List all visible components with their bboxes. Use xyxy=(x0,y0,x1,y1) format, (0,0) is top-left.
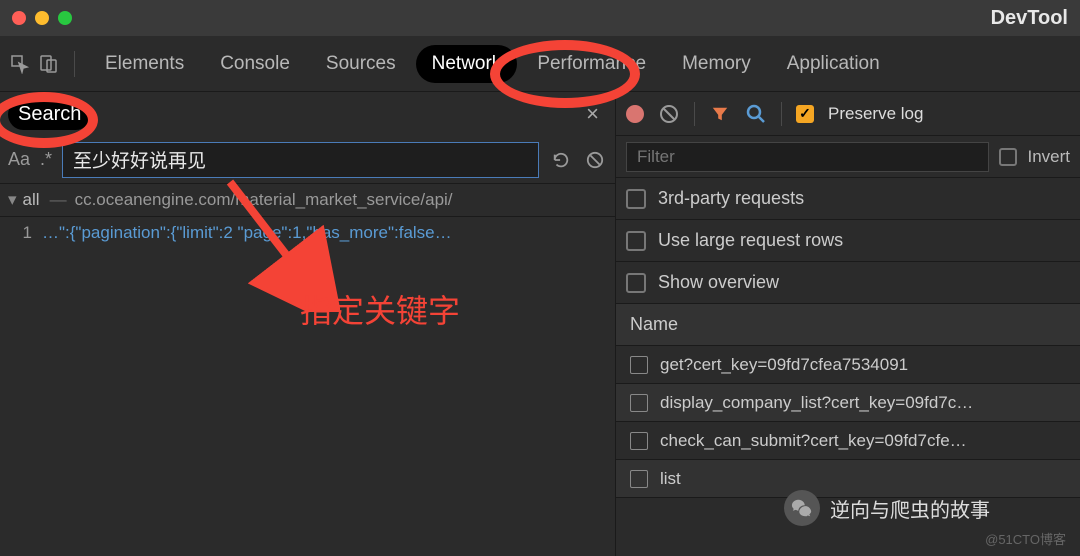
request-name: list xyxy=(660,469,681,489)
result-all-label: all xyxy=(23,190,40,210)
thirdparty-label: 3rd-party requests xyxy=(658,188,804,209)
traffic-lights xyxy=(12,11,72,25)
case-sensitive-toggle[interactable]: Aa xyxy=(8,149,30,170)
divider xyxy=(781,102,782,126)
search-panel: Search × Aa .* ▾ all — cc.oceanengine.co… xyxy=(0,92,616,556)
wechat-badge: 逆向与爬虫的故事 xyxy=(784,490,990,526)
invert-label: Invert xyxy=(1027,147,1070,167)
close-icon[interactable]: × xyxy=(578,101,607,127)
largereq-label: Use large request rows xyxy=(658,230,843,251)
minimize-window-button[interactable] xyxy=(35,11,49,25)
overview-row: Show overview xyxy=(616,262,1080,304)
overview-checkbox[interactable] xyxy=(626,273,646,293)
request-row[interactable]: check_can_submit?cert_key=09fd7cfe… xyxy=(616,422,1080,460)
result-separator: — xyxy=(50,190,67,210)
refresh-icon[interactable] xyxy=(549,148,573,172)
divider xyxy=(74,51,75,77)
titlebar: DevTool xyxy=(0,0,1080,36)
invert-checkbox[interactable] xyxy=(999,148,1017,166)
tab-memory[interactable]: Memory xyxy=(666,45,767,83)
result-line-number: 1 xyxy=(8,223,32,243)
clear-network-icon[interactable] xyxy=(658,103,680,125)
search-input-row: Aa .* xyxy=(0,136,615,184)
request-row[interactable]: display_company_list?cert_key=09fd7c… xyxy=(616,384,1080,422)
request-type-icon xyxy=(630,394,648,412)
wechat-icon xyxy=(784,490,820,526)
search-header: Search × xyxy=(0,92,615,136)
thirdparty-checkbox[interactable] xyxy=(626,189,646,209)
network-toolbar: ✓ Preserve log xyxy=(616,92,1080,136)
watermark: @51CTO博客 xyxy=(985,529,1066,548)
tab-sources[interactable]: Sources xyxy=(310,45,412,83)
regex-toggle[interactable]: .* xyxy=(40,149,52,170)
result-line-text: …":{"pagination":{"limit":2 "page":1,"ha… xyxy=(42,223,452,243)
preserve-log-checkbox[interactable]: ✓ xyxy=(796,105,814,123)
close-window-button[interactable] xyxy=(12,11,26,25)
app-title: DevTool xyxy=(991,7,1068,30)
preserve-log-label: Preserve log xyxy=(828,104,923,124)
result-url: cc.oceanengine.com/material_market_servi… xyxy=(75,190,453,210)
filter-icon[interactable] xyxy=(709,103,731,125)
request-type-icon xyxy=(630,356,648,374)
search-results: ▾ all — cc.oceanengine.com/material_mark… xyxy=(0,184,615,556)
tab-application[interactable]: Application xyxy=(771,45,896,83)
thirdparty-row: 3rd-party requests xyxy=(616,178,1080,220)
network-panel: ✓ Preserve log Invert 3rd-party requests… xyxy=(616,92,1080,556)
search-icon[interactable] xyxy=(745,103,767,125)
tab-network[interactable]: Network xyxy=(416,45,518,83)
request-type-icon xyxy=(630,432,648,450)
divider xyxy=(694,102,695,126)
record-button[interactable] xyxy=(626,105,644,123)
request-type-icon xyxy=(630,470,648,488)
inspect-icon[interactable] xyxy=(8,52,32,76)
result-file-header[interactable]: ▾ all — cc.oceanengine.com/material_mark… xyxy=(0,184,615,217)
filter-input[interactable] xyxy=(626,142,989,172)
overview-label: Show overview xyxy=(658,272,779,293)
request-name: display_company_list?cert_key=09fd7c… xyxy=(660,393,973,413)
clear-icon[interactable] xyxy=(583,148,607,172)
chevron-down-icon: ▾ xyxy=(8,190,17,210)
search-tab-label[interactable]: Search xyxy=(8,99,91,130)
largereq-checkbox[interactable] xyxy=(626,231,646,251)
search-input[interactable] xyxy=(62,142,539,178)
tab-console[interactable]: Console xyxy=(204,45,306,83)
result-line[interactable]: 1 …":{"pagination":{"limit":2 "page":1,"… xyxy=(0,217,615,249)
name-column-header[interactable]: Name xyxy=(616,304,1080,346)
main-content: Search × Aa .* ▾ all — cc.oceanengine.co… xyxy=(0,92,1080,556)
filter-row: Invert xyxy=(616,136,1080,178)
wechat-label: 逆向与爬虫的故事 xyxy=(830,494,990,523)
largereq-row: Use large request rows xyxy=(616,220,1080,262)
request-name: get?cert_key=09fd7cfea7534091 xyxy=(660,355,908,375)
devtools-tabbar: Elements Console Sources Network Perform… xyxy=(0,36,1080,92)
tab-performance[interactable]: Performance xyxy=(521,45,662,83)
tab-elements[interactable]: Elements xyxy=(89,45,200,83)
request-name: check_can_submit?cert_key=09fd7cfe… xyxy=(660,431,967,451)
device-toggle-icon[interactable] xyxy=(36,52,60,76)
maximize-window-button[interactable] xyxy=(58,11,72,25)
request-row[interactable]: get?cert_key=09fd7cfea7534091 xyxy=(616,346,1080,384)
